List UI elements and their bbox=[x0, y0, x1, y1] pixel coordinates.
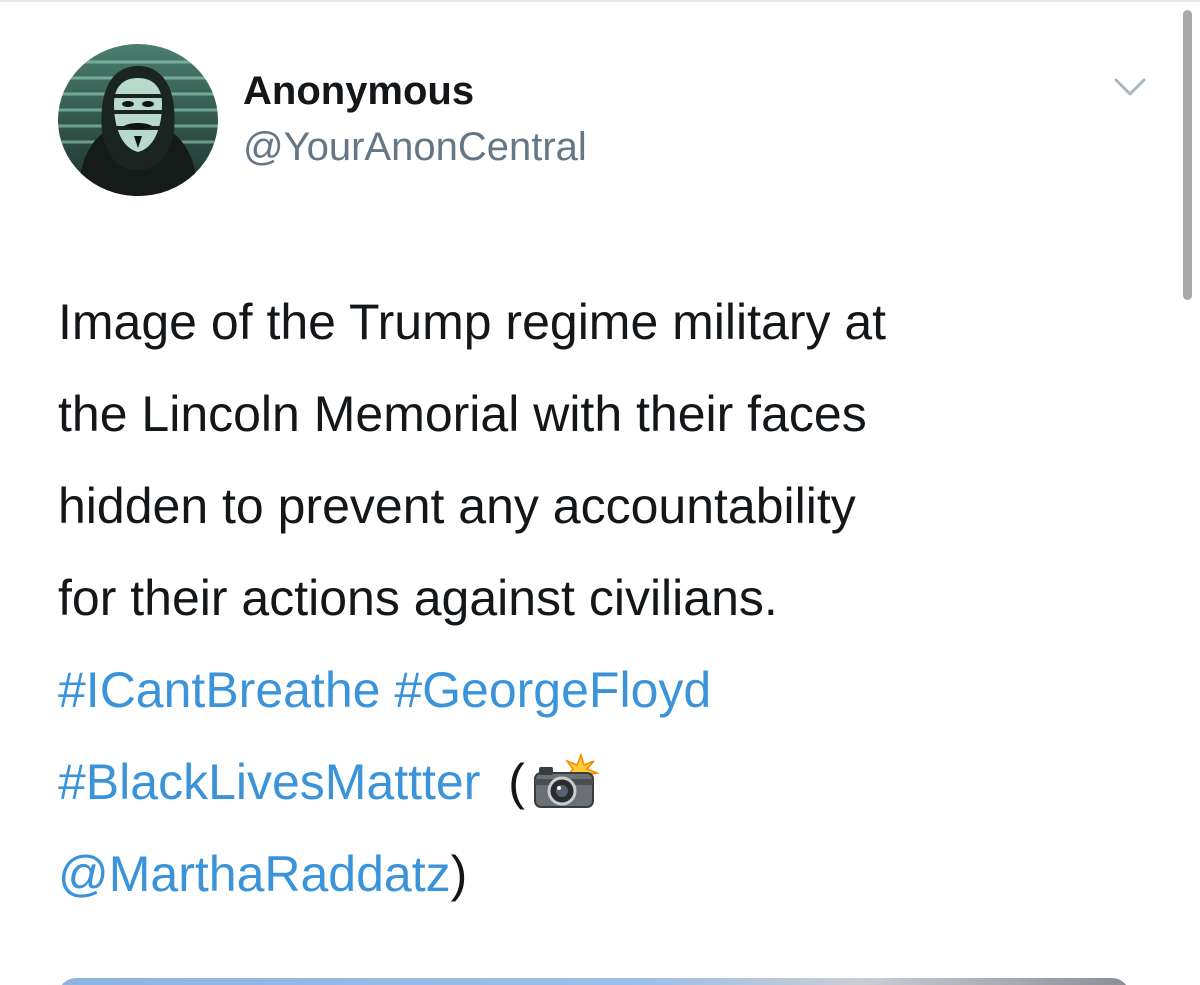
media-preview-image[interactable] bbox=[58, 978, 1130, 985]
tweet-text-line: for their actions against civilians. bbox=[58, 570, 778, 626]
anonymous-mask-avatar-icon bbox=[58, 44, 218, 196]
tweet-text-line: the Lincoln Memorial with their faces bbox=[58, 386, 867, 442]
author-display-name[interactable]: Anonymous bbox=[243, 68, 474, 114]
tweet-text-line: Image of the Trump regime military at bbox=[58, 294, 887, 350]
hashtag-icantbreathe[interactable]: #ICantBreathe bbox=[58, 662, 380, 718]
chevron-down-icon bbox=[1114, 78, 1146, 96]
author-avatar[interactable] bbox=[58, 44, 218, 196]
tweet-text: Image of the Trump regime military at th… bbox=[58, 276, 1158, 920]
credit-close-paren: ) bbox=[450, 846, 468, 902]
hashtag-credit-line: #BlackLivesMattter ( bbox=[58, 736, 1158, 828]
credit-open-paren: ( bbox=[508, 754, 525, 810]
vertical-scrollbar[interactable] bbox=[1183, 10, 1192, 300]
hashtag-blacklivesmatter[interactable]: #BlackLivesMattter bbox=[58, 754, 480, 810]
camera-with-flash-icon bbox=[529, 753, 599, 809]
tweet-text-line: hidden to prevent any accountability bbox=[58, 478, 856, 534]
credit-line: @MarthaRaddatz) bbox=[58, 828, 1158, 920]
top-divider bbox=[0, 0, 1200, 2]
hashtag-line: #ICantBreathe #GeorgeFloyd bbox=[58, 644, 1158, 736]
author-handle[interactable]: @YourAnonCentral bbox=[243, 124, 587, 170]
tweet-menu-button[interactable] bbox=[1108, 70, 1152, 106]
mention-martharaddatz[interactable]: @MarthaRaddatz bbox=[58, 846, 451, 902]
hashtag-georgefloyd[interactable]: #GeorgeFloyd bbox=[394, 662, 711, 718]
